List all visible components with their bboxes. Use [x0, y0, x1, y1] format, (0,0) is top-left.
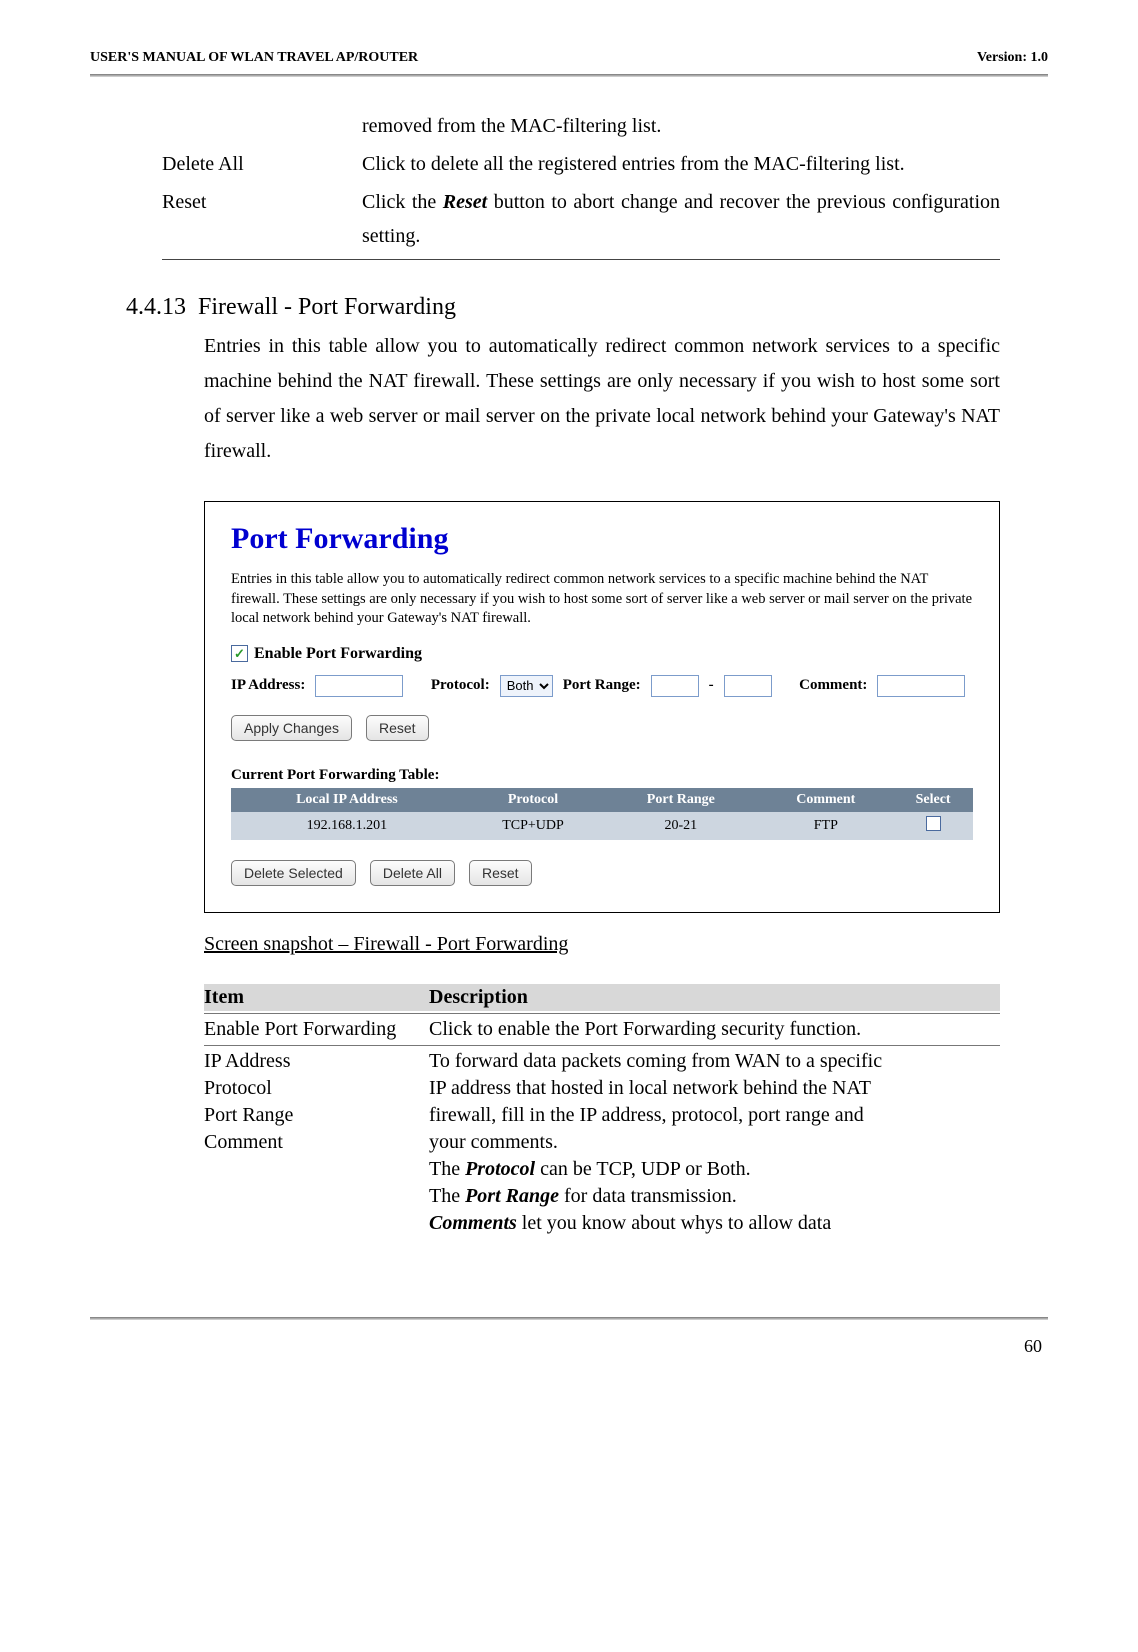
th-select: Select: [893, 788, 973, 812]
removed-line: removed from the MAC-filtering list.: [362, 107, 1000, 145]
pf-title: Port Forwarding: [231, 522, 973, 556]
protocol-label: Protocol:: [431, 677, 490, 694]
enable-checkbox[interactable]: ✓: [231, 645, 248, 662]
range-dash: -: [709, 677, 714, 694]
td-port-range: 20-21: [603, 812, 758, 840]
protocol-term: Protocol: [204, 1075, 429, 1102]
header-left: USER'S MANUAL OF WLAN TRAVEL AP/ROUTER: [90, 50, 418, 66]
th-comment: Comment: [758, 788, 893, 812]
port-range-term: Port Range: [204, 1102, 429, 1129]
ip-address-term: IP Address: [204, 1048, 429, 1075]
enable-pf-term: Enable Port Forwarding: [204, 1016, 429, 1043]
delete-selected-button[interactable]: Delete Selected: [231, 860, 356, 886]
group-def-1: IP address that hosted in local network …: [429, 1075, 1000, 1102]
reset-button[interactable]: Reset: [366, 715, 429, 741]
reset-term: Reset: [162, 183, 362, 255]
extra-0: The Protocol can be TCP, UDP or Both.: [429, 1156, 1000, 1183]
section-heading: 4.4.13 Firewall - Port Forwarding: [126, 294, 1000, 321]
protocol-select[interactable]: Both: [500, 675, 553, 697]
pf-desc: Entries in this table allow you to autom…: [231, 570, 973, 629]
page-number: 60: [90, 1320, 1048, 1357]
item-header-def: Description: [429, 984, 1000, 1011]
port-forwarding-box: Port Forwarding Entries in this table al…: [204, 501, 1000, 913]
top-desc-table: removed from the MAC-filtering list. Del…: [162, 107, 1000, 255]
port-range-label: Port Range:: [563, 677, 641, 694]
item-header-term: Item: [204, 984, 429, 1011]
group-def-3: your comments.: [429, 1129, 1000, 1156]
table-row: 192.168.1.201 TCP+UDP 20-21 FTP: [231, 812, 973, 840]
delete-all-term: Delete All: [162, 145, 362, 183]
comment-term: Comment: [204, 1129, 429, 1156]
th-port-range: Port Range: [603, 788, 758, 812]
th-protocol: Protocol: [463, 788, 603, 812]
ip-input[interactable]: [315, 675, 403, 697]
forwarding-table: Local IP Address Protocol Port Range Com…: [231, 788, 973, 840]
delete-all-def: Click to delete all the registered entri…: [362, 145, 1000, 183]
ip-label: IP Address:: [231, 677, 305, 694]
header-rule: [90, 74, 1048, 77]
comment-label: Comment:: [799, 677, 867, 694]
port-from-input[interactable]: [651, 675, 699, 697]
reset-def: Click the Reset button to abort change a…: [362, 183, 1000, 255]
section-body: Entries in this table allow you to autom…: [204, 329, 1000, 469]
enable-checkbox-label: Enable Port Forwarding: [254, 645, 422, 663]
header-right: Version: 1.0: [977, 50, 1048, 66]
snapshot-caption: Screen snapshot – Firewall - Port Forwar…: [204, 933, 1000, 956]
td-comment: FTP: [758, 812, 893, 840]
port-to-input[interactable]: [724, 675, 772, 697]
group-def-2: firewall, fill in the IP address, protoc…: [429, 1102, 1000, 1129]
group-def-0: To forward data packets coming from WAN …: [429, 1048, 1000, 1075]
rule: [204, 1045, 1000, 1046]
apply-changes-button[interactable]: Apply Changes: [231, 715, 352, 741]
delete-all-button[interactable]: Delete All: [370, 860, 455, 886]
item-desc-table: Item Description Enable Port Forwarding …: [204, 984, 1000, 1237]
rule: [204, 1013, 1000, 1014]
td-protocol: TCP+UDP: [463, 812, 603, 840]
extra-2: Comments let you know about whys to allo…: [429, 1210, 1000, 1237]
reset2-button[interactable]: Reset: [469, 860, 532, 886]
row-select-checkbox[interactable]: [926, 816, 941, 831]
top-table-rule: [162, 259, 1000, 260]
enable-pf-def: Click to enable the Port Forwarding secu…: [429, 1016, 1000, 1043]
table-caption: Current Port Forwarding Table:: [231, 767, 973, 784]
extra-1: The Port Range for data transmission.: [429, 1183, 1000, 1210]
td-local-ip: 192.168.1.201: [231, 812, 463, 840]
th-local-ip: Local IP Address: [231, 788, 463, 812]
comment-input[interactable]: [877, 675, 965, 697]
